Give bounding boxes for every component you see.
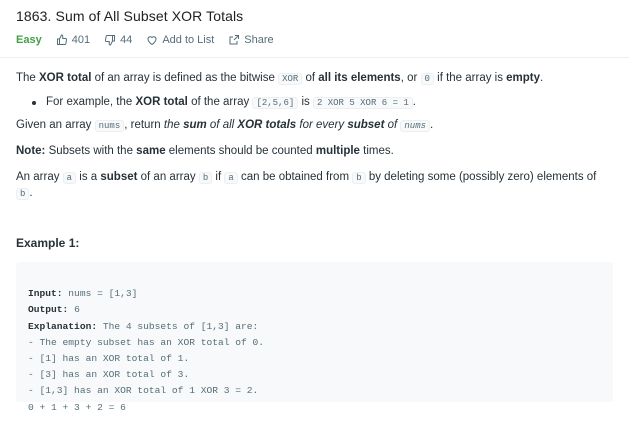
thumbs-up-icon — [56, 34, 67, 45]
dislike-button[interactable]: 44 — [104, 34, 132, 46]
example-line: 0 + 1 + 3 + 2 = 6 — [28, 401, 126, 413]
heart-icon — [147, 36, 157, 46]
task-statement: Given an array nums, return the sum of a… — [16, 119, 434, 133]
subset-definition: An array a is a subset of an array b if … — [16, 170, 597, 201]
example-line: - [3] has an XOR total of 3. — [28, 369, 190, 381]
xor-total-definition: The XOR total of an array is defined as … — [16, 72, 544, 85]
example-line: - [1,3] has an XOR total of 1 XOR 3 = 2. — [28, 385, 259, 397]
note-paragraph: Note: Subsets with the same elements sho… — [16, 145, 394, 158]
example-output-line: Output: 6 — [28, 304, 80, 316]
example-line: - The empty subset has an XOR total of 0… — [28, 336, 265, 348]
like-button[interactable]: 401 — [56, 34, 90, 46]
thumbs-down-icon — [105, 35, 116, 46]
problem-meta-bar: Easy 401 44 Add to List Share — [16, 34, 288, 46]
example-explanation-line: Explanation: The 4 subsets of [1,3] are: — [28, 320, 259, 332]
problem-description: The XOR total of an array is defined as … — [16, 70, 613, 202]
problem-title: 1863. Sum of All Subset XOR Totals — [16, 8, 244, 24]
problem-page: 1863. Sum of All Subset XOR Totals Easy … — [0, 0, 629, 413]
example-input-line: Input: nums = [1,3] — [28, 288, 138, 300]
bullet-dot — [32, 100, 36, 105]
example-heading: Example 1: — [16, 236, 80, 250]
share-button[interactable]: Share — [228, 34, 274, 46]
add-to-list-label: Add to List — [162, 34, 215, 46]
example-bullet: For example, the XOR total of the array … — [16, 94, 613, 111]
dislike-count: 44 — [120, 34, 133, 46]
share-label: Share — [244, 34, 274, 46]
example-line: - [1] has an XOR total of 1. — [28, 352, 190, 364]
header-divider — [0, 57, 629, 58]
like-count: 401 — [71, 34, 91, 46]
share-icon — [229, 35, 240, 45]
example-code-block: Input: nums = [1,3] Output: 6 Explanation:… — [16, 262, 613, 413]
add-to-list-button[interactable]: Add to List — [146, 34, 214, 46]
difficulty-badge: Easy — [16, 34, 42, 46]
